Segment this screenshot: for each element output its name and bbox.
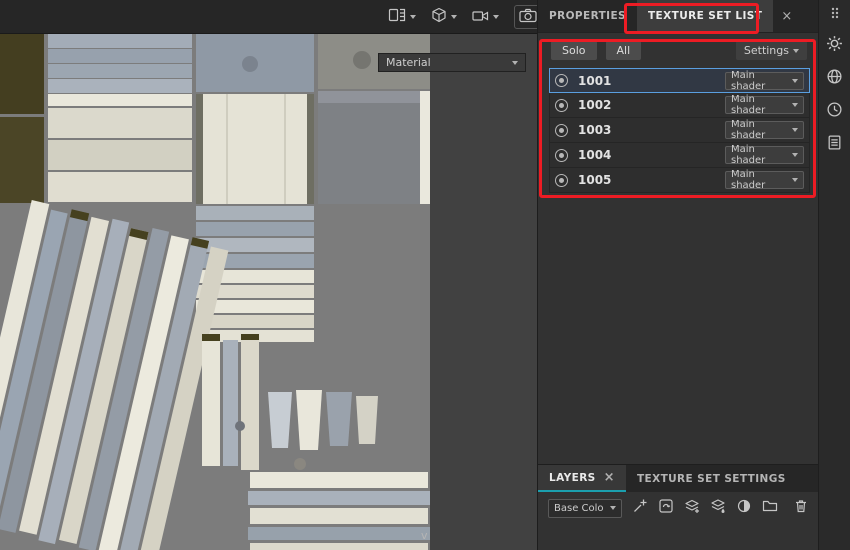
settings-gear-icon[interactable] <box>826 35 843 52</box>
video-camera-icon <box>472 8 489 27</box>
bottom-tab-bar: LAYERS × TEXTURE SET SETTINGS <box>538 464 819 492</box>
right-dock <box>818 0 850 550</box>
solo-button[interactable]: Solo <box>551 41 597 60</box>
tab-layers-label: LAYERS <box>549 472 596 484</box>
visibility-radio-icon[interactable] <box>555 149 568 162</box>
texture-set-id: 1001 <box>578 74 611 88</box>
shader-dropdown-label: Main shader <box>731 144 788 166</box>
settings-dropdown[interactable]: Settings <box>736 41 807 60</box>
split-view-icon <box>388 7 406 27</box>
shader-dropdown[interactable]: Main shader <box>725 72 804 90</box>
shader-dropdown[interactable]: Main shader <box>725 146 804 164</box>
shader-dropdown[interactable]: Main shader <box>725 96 804 114</box>
tab-properties[interactable]: PROPERTIES <box>538 0 637 32</box>
gizmo-axis-label: v <box>421 529 428 542</box>
chevron-down-icon <box>793 49 799 53</box>
add-fill-layer-button[interactable] <box>710 498 726 518</box>
texture-set-row[interactable]: 1001 Main shader <box>549 68 810 93</box>
magic-wand-icon <box>632 498 648 518</box>
blend-mode-dropdown[interactable]: Base Colo <box>548 499 622 518</box>
viewport-toolbar <box>0 0 537 34</box>
add-layer-button[interactable] <box>684 498 700 518</box>
texture-set-id: 1004 <box>578 148 611 162</box>
shader-dropdown[interactable]: Main shader <box>725 171 804 189</box>
camera-icon <box>519 8 537 27</box>
tab-properties-label: PROPERTIES <box>549 10 626 22</box>
material-dropdown[interactable]: Material <box>378 53 526 72</box>
cube-icon <box>431 7 447 27</box>
visibility-radio-icon[interactable] <box>555 174 568 187</box>
tab-texture-set-settings[interactable]: TEXTURE SET SETTINGS <box>626 465 797 492</box>
add-layer-icon <box>684 498 700 518</box>
texture-set-row[interactable]: 1005 Main shader <box>549 168 810 193</box>
shader-dropdown-label: Main shader <box>731 169 788 191</box>
settings-dropdown-label: Settings <box>744 44 789 57</box>
add-effect-button[interactable] <box>632 498 648 518</box>
tab-layers[interactable]: LAYERS × <box>538 465 626 492</box>
camera-view-button[interactable] <box>472 8 499 27</box>
log-document-icon[interactable] <box>826 134 843 151</box>
chevron-down-icon <box>451 15 457 19</box>
close-icon[interactable]: × <box>781 9 792 24</box>
close-icon[interactable]: × <box>604 470 615 485</box>
trash-icon <box>793 498 809 518</box>
visibility-radio-icon[interactable] <box>555 99 568 112</box>
texture-set-row[interactable]: 1003 Main shader <box>549 118 810 143</box>
mask-icon <box>736 498 752 518</box>
texture-set-id: 1005 <box>578 173 611 187</box>
tab-texture-set-list[interactable]: TEXTURE SET LIST <box>637 0 773 32</box>
view-mode-button[interactable] <box>431 7 457 27</box>
visibility-radio-icon[interactable] <box>555 74 568 87</box>
blend-mode-label: Base Colo <box>554 503 604 514</box>
smart-material-icon <box>658 498 674 518</box>
tab-texture-set-list-label: TEXTURE SET LIST <box>648 10 762 22</box>
dock-menu-icon[interactable] <box>829 7 841 19</box>
texture-set-row[interactable]: 1002 Main shader <box>549 93 810 118</box>
chevron-down-icon <box>512 61 518 65</box>
shader-dropdown-label: Main shader <box>731 119 788 141</box>
shader-dropdown-label: Main shader <box>731 70 788 92</box>
chevron-down-icon <box>792 178 798 182</box>
uv-texture-canvas[interactable] <box>0 34 430 550</box>
display-mode-button[interactable] <box>388 7 416 27</box>
right-panel: PROPERTIES TEXTURE SET LIST × Solo All S… <box>537 0 818 550</box>
texture-set-id: 1002 <box>578 98 611 112</box>
panel-tab-bar: PROPERTIES TEXTURE SET LIST × <box>538 0 818 33</box>
chevron-down-icon <box>792 153 798 157</box>
chevron-down-icon <box>792 128 798 132</box>
chevron-down-icon <box>410 15 416 19</box>
delete-layer-button[interactable] <box>793 498 809 518</box>
tab-texture-set-settings-label: TEXTURE SET SETTINGS <box>637 473 786 485</box>
texture-set-row[interactable]: 1004 Main shader <box>549 143 810 168</box>
texture-set-list: 1001 Main shader 1002 Main shader 1003 M… <box>549 68 810 193</box>
chevron-down-icon <box>610 506 616 510</box>
folder-icon <box>762 498 778 518</box>
chevron-down-icon <box>493 15 499 19</box>
chevron-down-icon <box>792 79 798 83</box>
app-window: Material v PROPERTIES TEXTURE SET LIST ×… <box>0 0 850 550</box>
shader-dropdown-label: Main shader <box>731 94 788 116</box>
history-clock-icon[interactable] <box>826 101 843 118</box>
add-smart-material-button[interactable] <box>658 498 674 518</box>
layers-toolbar: Base Colo <box>538 492 819 524</box>
texture-set-controls: Solo All Settings <box>538 33 818 66</box>
all-button[interactable]: All <box>606 41 642 60</box>
add-folder-button[interactable] <box>762 498 778 518</box>
add-fill-layer-icon <box>710 498 726 518</box>
visibility-radio-icon[interactable] <box>555 124 568 137</box>
material-dropdown-label: Material <box>386 56 431 69</box>
add-mask-button[interactable] <box>736 498 752 518</box>
display-settings-globe-icon[interactable] <box>826 68 843 85</box>
shader-dropdown[interactable]: Main shader <box>725 121 804 139</box>
uv-viewport[interactable]: Material v <box>0 34 537 550</box>
texture-set-id: 1003 <box>578 123 611 137</box>
chevron-down-icon <box>792 103 798 107</box>
